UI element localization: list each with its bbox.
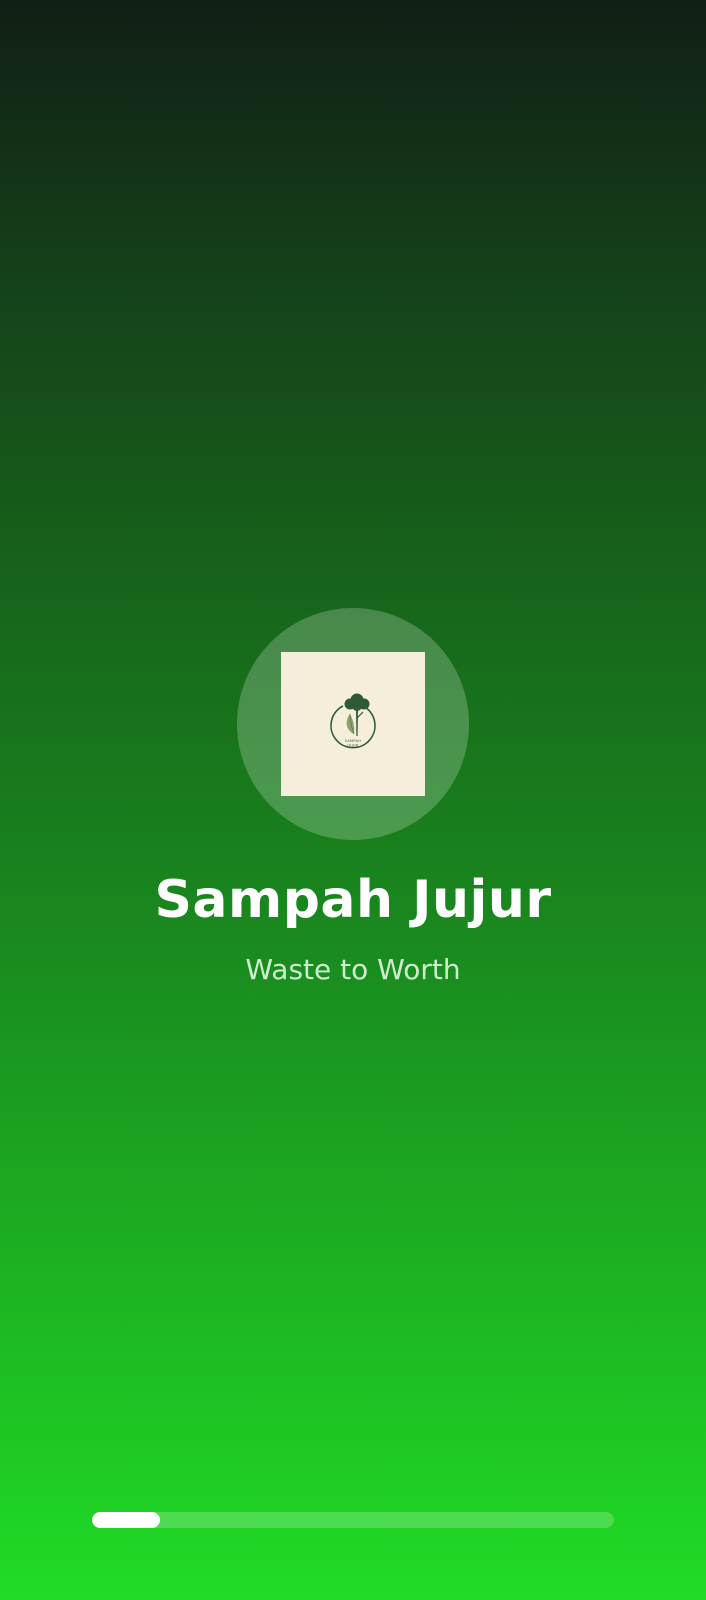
svg-text:JUJUR: JUJUR xyxy=(346,744,359,748)
loading-progress-fill xyxy=(92,1512,160,1528)
svg-text:SAMPAH: SAMPAH xyxy=(345,739,362,743)
app-tagline: Waste to Worth xyxy=(245,953,461,986)
tree-leaf-logo-icon: SAMPAH JUJUR xyxy=(330,693,376,749)
app-logo: SAMPAH JUJUR xyxy=(281,652,425,796)
logo-circle: SAMPAH JUJUR xyxy=(237,608,469,840)
app-title: Sampah Jujur xyxy=(154,870,552,930)
loading-progress-bar xyxy=(92,1512,614,1528)
splash-screen: SAMPAH JUJUR Sampah Jujur Waste to Worth xyxy=(0,0,706,1600)
